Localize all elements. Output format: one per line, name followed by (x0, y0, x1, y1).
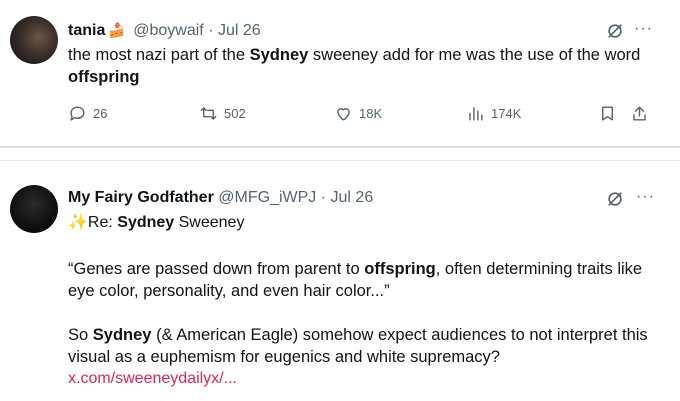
avatar[interactable] (10, 185, 58, 233)
divider (0, 146, 680, 148)
divider (0, 160, 680, 161)
tweet-text: the most nazi part of the Sydney sweeney… (68, 44, 658, 88)
repost-button[interactable]: 502 (199, 104, 246, 123)
heart-icon (337, 108, 350, 121)
quote-paragraph: “Genes are passed down from parent to of… (68, 258, 668, 302)
reply-bold: Sydney (117, 214, 175, 231)
reply-prefix: Re: (87, 214, 118, 231)
external-link[interactable]: x.com/sweeneydailyx/... (68, 368, 668, 390)
text-bold: offspring (68, 68, 140, 86)
author-handle[interactable]: @boywaif (133, 22, 204, 39)
text-segment: (& American Eagle) somehow expect audien… (68, 326, 648, 366)
repost-icon (200, 107, 217, 120)
reply-icon (70, 106, 85, 121)
text-segment: sweeney add for me was the use of the wo… (308, 46, 641, 64)
author-name[interactable]: My Fairy Godfather (68, 189, 214, 206)
more-options-icon[interactable]: ··· (634, 20, 653, 38)
post-date[interactable]: Jul 26 (331, 189, 374, 206)
reply-count: 26 (93, 106, 108, 121)
reply-button[interactable]: 26 (68, 104, 107, 123)
text-bold: Sydney (92, 326, 152, 344)
sparkle-emoji: ✨ (68, 214, 88, 231)
views-count: 174K (491, 106, 522, 121)
grok-icon[interactable] (606, 190, 624, 208)
bookmark-button[interactable] (598, 104, 623, 123)
grok-icon[interactable] (606, 22, 624, 40)
author-name[interactable]: tania (68, 22, 105, 39)
tweet-header: My Fairy Godfather @MFG_iWPJ · Jul 26 (68, 188, 373, 208)
author-handle[interactable]: @MFG_iWPJ (218, 189, 316, 206)
separator: · (208, 22, 214, 39)
text-bold: Sydney (249, 46, 309, 64)
action-bar: 26 502 18K 174K (68, 104, 658, 126)
tweet-post[interactable]: My Fairy Godfather @MFG_iWPJ · Jul 26 ··… (0, 166, 680, 401)
text-segment: So (68, 326, 93, 344)
body-paragraph: So Sydney (& American Eagle) somehow exp… (68, 324, 668, 368)
more-options-icon[interactable]: ··· (636, 188, 655, 206)
cake-emoji: 🍰 (108, 22, 126, 38)
text-bold: offspring (364, 260, 436, 278)
avatar[interactable] (10, 16, 58, 64)
like-count: 18K (359, 106, 383, 121)
views-button[interactable]: 174K (466, 104, 521, 123)
views-chart-icon (469, 107, 483, 121)
share-icon (633, 106, 646, 121)
like-button[interactable]: 18K (334, 104, 382, 123)
post-date[interactable]: Jul 26 (218, 22, 261, 39)
tweet-post[interactable]: tania 🍰 @boywaif · Jul 26 ··· the most na… (0, 0, 680, 146)
repost-count: 502 (224, 106, 246, 121)
text-segment: “Genes are passed down from parent to (68, 260, 365, 278)
bookmark-icon (602, 106, 613, 121)
share-button[interactable] (630, 104, 655, 123)
reply-rest: Sweeney (174, 214, 245, 231)
reply-subject: ✨Re: Sydney Sweeney (68, 213, 244, 233)
tweet-header: tania 🍰 @boywaif · Jul 26 (68, 20, 261, 41)
separator: · (320, 189, 327, 206)
text-segment: the most nazi part of the (68, 46, 250, 64)
